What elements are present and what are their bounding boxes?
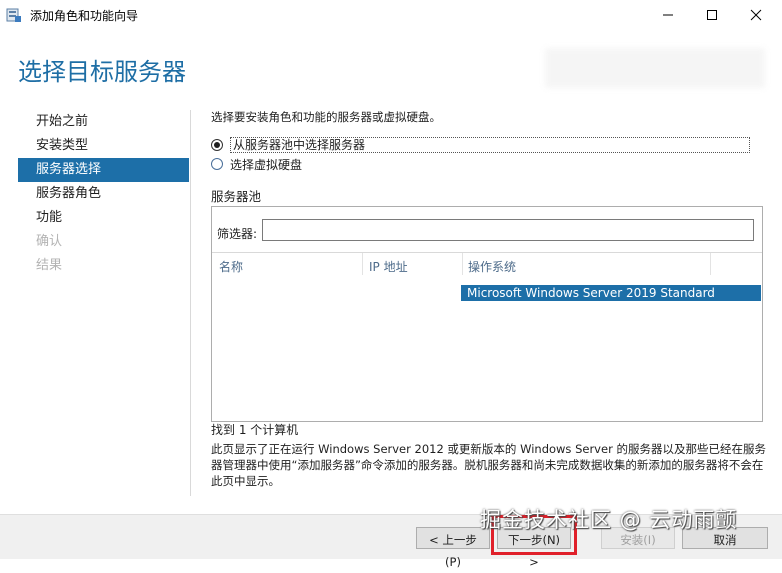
server-pool-panel: 筛选器: 名称 IP 地址 操作系统 Microsoft Windows Ser… (211, 206, 763, 422)
maximize-icon[interactable] (690, 0, 734, 30)
nav-divider (190, 110, 191, 496)
minimize-icon[interactable] (646, 0, 690, 30)
close-icon[interactable] (734, 0, 778, 30)
blurred-region (545, 48, 765, 88)
nav-item-server-selection[interactable]: 服务器选择 (18, 158, 189, 182)
window-title: 添加角色和功能向导 (30, 9, 139, 23)
page-title: 选择目标服务器 (18, 58, 186, 86)
table-header-divider (212, 252, 762, 253)
previous-button[interactable]: < 上一步(P) (416, 527, 490, 569)
info-text: 此页显示了正在运行 Windows Server 2012 或更新版本的 Win… (211, 442, 766, 488)
nav-item-confirmation: 确认 (36, 234, 63, 249)
nav-item-before-you-begin[interactable]: 开始之前 (18, 110, 189, 134)
nav-item-results: 结果 (36, 258, 63, 273)
nav-item-installation-type[interactable]: 安装类型 (18, 134, 189, 158)
wizard-nav: 开始之前 安装类型 服务器选择 服务器角色 功能 确认 结果 (18, 110, 189, 278)
page-description: 选择要安装角色和功能的服务器或虚拟硬盘。 (211, 110, 441, 124)
option-server-pool-label[interactable]: 从服务器池中选择服务器 (230, 137, 750, 153)
radio-checked-icon[interactable] (211, 139, 223, 151)
title-bar: 添加角色和功能向导 (0, 0, 782, 30)
filter-input[interactable] (262, 219, 754, 241)
column-header-name[interactable]: 名称 (219, 258, 243, 275)
column-header-os[interactable]: 操作系统 (468, 258, 516, 275)
option-server-pool[interactable]: 从服务器池中选择服务器 (211, 136, 750, 154)
nav-item-server-roles[interactable]: 服务器角色 (18, 182, 189, 206)
option-virtual-disk-label[interactable]: 选择虚拟硬盘 (230, 156, 302, 173)
column-divider[interactable] (462, 253, 463, 275)
server-pool-label: 服务器池 (211, 189, 262, 204)
column-divider[interactable] (362, 253, 363, 275)
watermark-text: 掘金技术社区 @ 云动雨颤 (480, 508, 738, 532)
radio-unchecked-icon[interactable] (211, 158, 223, 170)
server-manager-icon (6, 7, 22, 23)
table-row-selected[interactable]: Microsoft Windows Server 2019 Standard (461, 285, 761, 301)
found-count: 找到 1 个计算机 (211, 423, 299, 437)
column-header-ip[interactable]: IP 地址 (369, 258, 408, 275)
filter-label: 筛选器: (217, 227, 258, 241)
nav-item-features[interactable]: 功能 (18, 206, 189, 230)
option-virtual-disk[interactable]: 选择虚拟硬盘 (211, 155, 302, 173)
column-divider[interactable] (710, 253, 711, 275)
